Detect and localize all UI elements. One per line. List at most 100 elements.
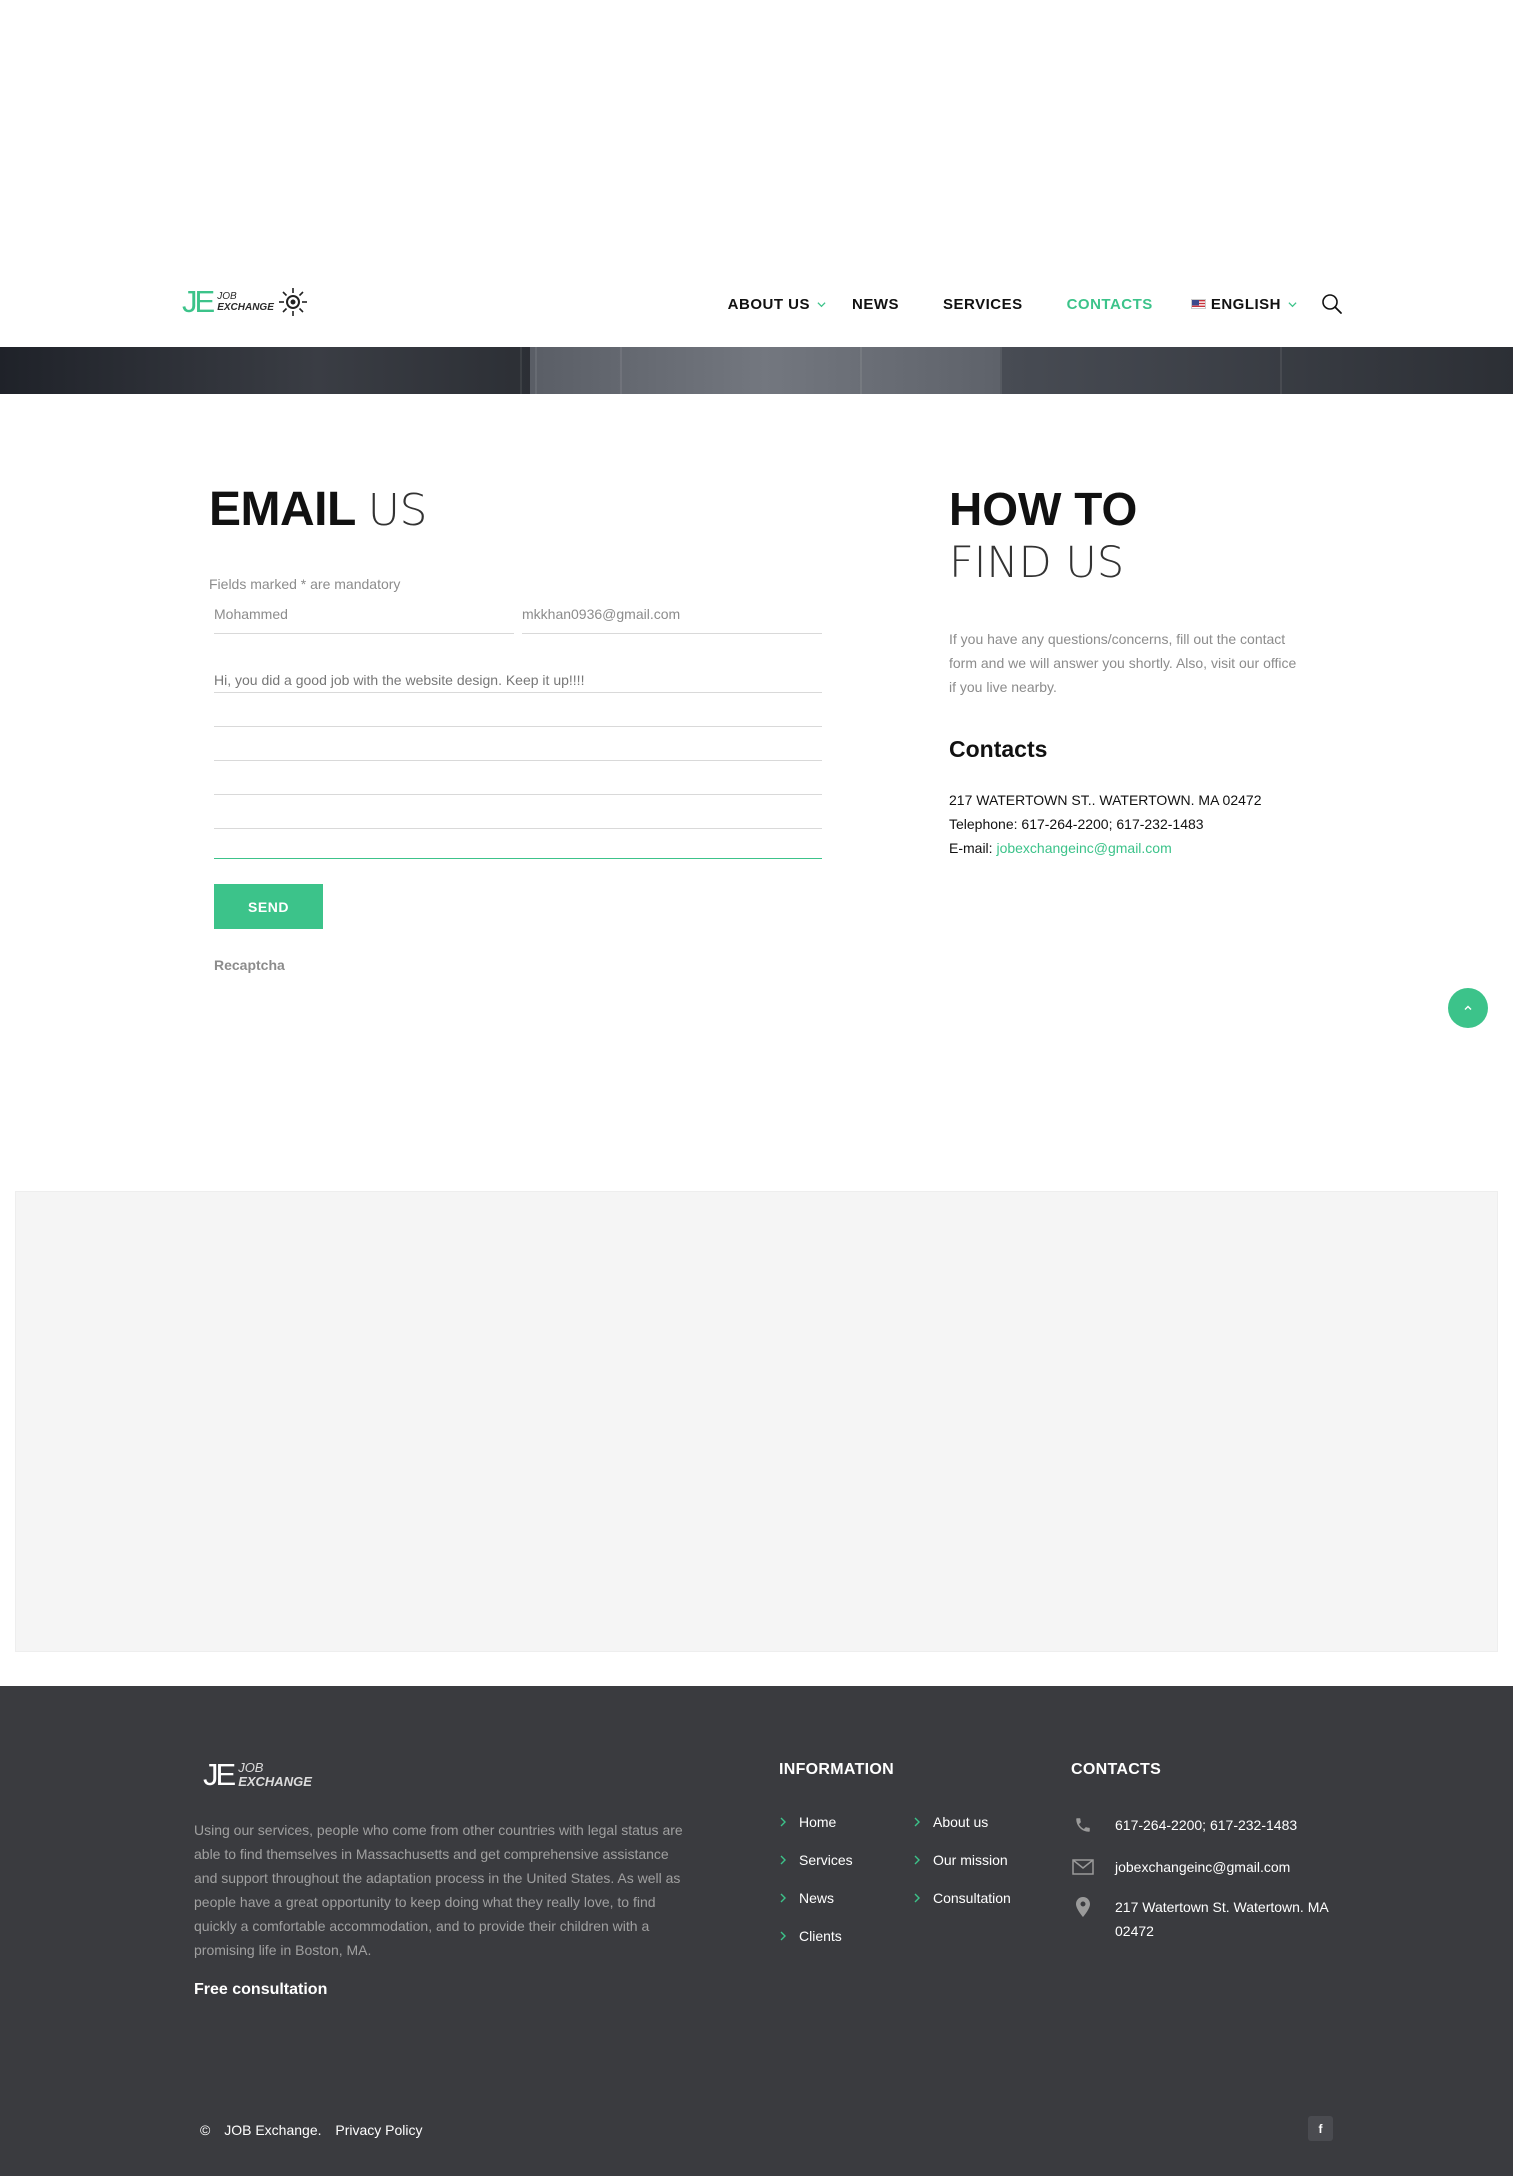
footer-link-label: Home [799,1814,837,1830]
nav-contacts[interactable]: CONTACTS [1067,296,1153,313]
footer-logo-line-2: EXCHANGE [238,1773,312,1789]
footer-link-label: Consultation [933,1890,1011,1906]
map-area[interactable] [15,1191,1498,1652]
email-link[interactable]: jobexchangeinc@gmail.com [996,840,1171,856]
nav-news[interactable]: NEWS [852,296,899,313]
nav-services-label: SERVICES [943,295,1023,313]
footer-phone-value: 617-264-2200; 617-232-1483 [1115,1817,1298,1833]
contact-telephone: Telephone: 617-264-2200; 617-232-1483 [949,812,1261,836]
footer-address-value: 217 Watertown St. Watertown. MA 02472 [1115,1899,1328,1939]
nav-contacts-label: CONTACTS [1066,295,1153,313]
footer-description: Using our services, people who come from… [194,1822,683,1958]
language-switcher[interactable]: ENGLISH [1190,295,1297,313]
footer-link-label: News [799,1890,835,1906]
page-banner-image [0,347,1513,394]
footer-link-label: About us [933,1814,989,1830]
message-line [214,726,822,727]
footer-link-our-mission[interactable]: Our mission [913,1852,1011,1890]
chevron-right-icon [780,1931,786,1941]
footer-link-label: Services [799,1852,853,1868]
footer-bottom-bar: © JOB Exchange. Privacy Policy [200,2122,433,2138]
find-us-heading-light: FIND US [949,538,1125,588]
footer-links-col-1: Home Services News Clients [779,1814,853,1966]
name-field[interactable]: Mohammed [214,606,514,634]
footer-email-value[interactable]: jobexchangeinc@gmail.com [1115,1855,1345,1879]
footer-address: 217 Watertown St. Watertown. MA 02472 [1071,1895,1345,1943]
footer-email: jobexchangeinc@gmail.com [1071,1855,1345,1879]
language-label: ENGLISH [1210,295,1281,313]
email-label: E-mail: [949,840,993,856]
location-icon [1071,1897,1095,1917]
chevron-right-icon [914,1893,920,1903]
free-consultation-link[interactable]: Free consultation [194,1981,327,1999]
chevron-right-icon [914,1855,920,1865]
message-line [214,828,822,829]
nav-about-us-label: ABOUT US [727,295,810,313]
telephone-label: Telephone: [949,816,1018,832]
footer-logo-mark: JE [203,1757,236,1792]
flag-us-icon [1190,299,1206,309]
chevron-down-icon [1288,301,1297,307]
nav-services[interactable]: SERVICES [943,296,1023,313]
footer-links-col-2: About us Our mission Consultation [913,1814,1011,1928]
footer-link-news[interactable]: News [779,1890,853,1928]
footer-link-home[interactable]: Home [779,1814,853,1852]
message-field[interactable]: Hi, you did a good job with the website … [214,672,822,692]
find-us-heading-strong: HOW TO [949,483,1138,535]
mail-icon [1071,1857,1095,1877]
logo-line-2: EXCHANGE [217,301,274,313]
search-icon[interactable] [1321,293,1343,315]
chevron-right-icon [780,1817,786,1827]
mandatory-note: Fields marked * are mandatory [209,576,401,592]
footer-logo-wordmark: JOB EXCHANGE [238,1760,312,1789]
contact-address: 217 WATERTOWN ST.. WATERTOWN. MA 02472 [949,792,1262,808]
message-line [214,760,822,761]
footer-logo[interactable]: JE JOB EXCHANGE [203,1759,312,1790]
footer-link-about-us[interactable]: About us [913,1814,1011,1852]
scroll-to-top-button[interactable] [1448,988,1488,1028]
copyright-symbol: © [200,2122,211,2138]
chevron-up-icon [1464,1005,1472,1010]
contact-details: 217 WATERTOWN ST.. WATERTOWN. MA 02472 T… [949,788,1261,860]
email-field[interactable]: mkkhan0936@gmail.com [522,606,822,634]
facebook-icon[interactable]: f [1308,2116,1333,2141]
footer-information-title: INFORMATION [779,1761,894,1778]
find-us-description: If you have any questions/concerns, fill… [949,631,1297,695]
recaptcha-label: Recaptcha [214,957,285,973]
chevron-right-icon [780,1855,786,1865]
footer-link-label: Our mission [933,1852,1008,1868]
copyright-text: JOB Exchange. [224,2122,322,2138]
find-us-heading: HOW TO FIND US [949,482,1137,590]
privacy-policy-link[interactable]: Privacy Policy [335,2122,422,2138]
chevron-down-icon [817,301,826,307]
email-us-heading: EMAIL US [209,482,427,539]
footer-contacts-title: CONTACTS [1071,1761,1162,1778]
phone-icon [1071,1815,1095,1835]
chevron-right-icon [914,1817,920,1827]
telephone-value: 617-264-2200; 617-232-1483 [1021,816,1204,832]
site-header: JE JOB EXCHANGE ABOUT US NEWS SERVICES C… [0,268,1513,348]
nav-about-us[interactable]: ABOUT US [728,296,826,313]
chevron-right-icon [780,1893,786,1903]
footer-link-services[interactable]: Services [779,1852,853,1890]
site-logo[interactable]: JE JOB EXCHANGE [182,286,308,317]
footer-phone: 617-264-2200; 617-232-1483 [1071,1813,1345,1837]
message-line [214,794,822,795]
contact-email: E-mail: jobexchangeinc@gmail.com [949,836,1261,860]
message-line [214,692,822,693]
logo-wordmark: JOB EXCHANGE [217,291,274,313]
contacts-heading: Contacts [949,736,1048,762]
logo-mark: JE [182,284,215,319]
footer-link-clients[interactable]: Clients [779,1928,853,1966]
footer-link-label: Clients [799,1928,842,1944]
logo-sun-icon [278,287,307,316]
send-button[interactable]: SEND [214,884,323,929]
message-line-active [214,858,822,859]
email-us-heading-light: US [367,485,428,536]
logo-line-1: JOB [217,290,237,302]
footer-link-consultation[interactable]: Consultation [913,1890,1011,1928]
main-nav: ABOUT US NEWS SERVICES CONTACTS ENGLISH [728,293,1343,315]
email-us-heading-strong: EMAIL [209,483,355,536]
site-footer: JE JOB EXCHANGE Using our services, peop… [0,1686,1513,2176]
nav-news-label: NEWS [852,295,899,313]
